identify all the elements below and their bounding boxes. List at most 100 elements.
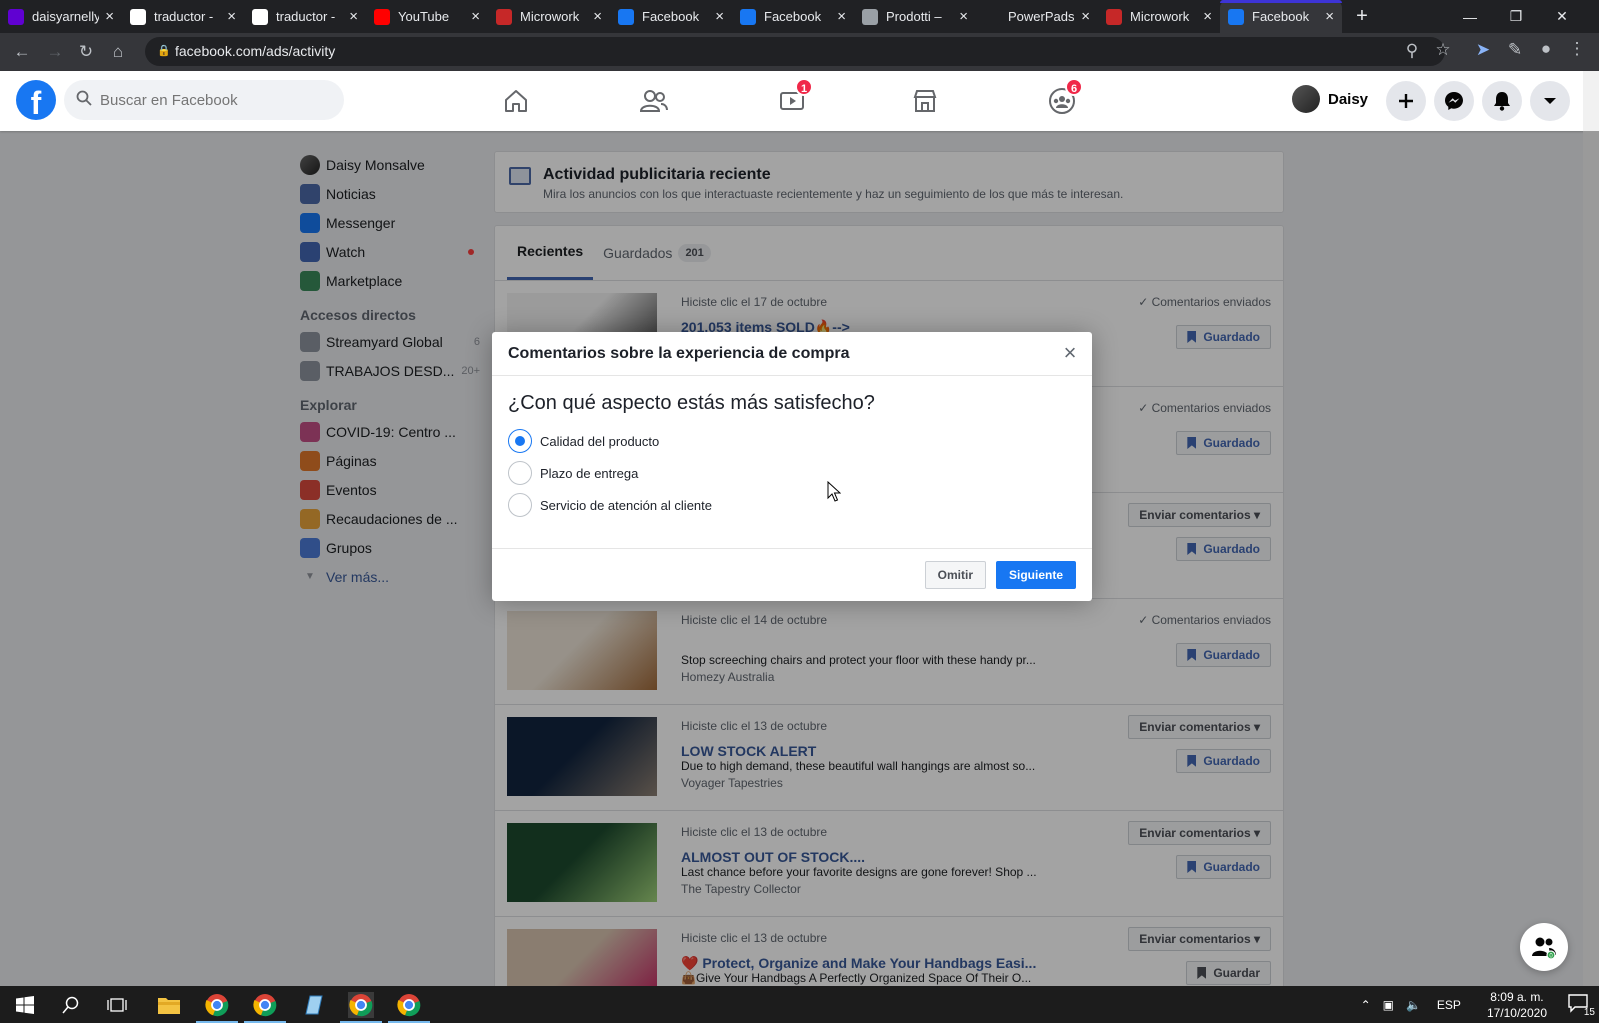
back-icon[interactable]: ←: [12, 42, 32, 62]
search-icon: [76, 90, 92, 106]
chrome-menu-icon[interactable]: ⋮: [1567, 39, 1587, 59]
search-icon[interactable]: [58, 992, 84, 1018]
facebook-icon: [740, 8, 756, 25]
mouse-cursor-icon: [827, 481, 841, 502]
notepad-icon[interactable]: [300, 992, 326, 1018]
next-button[interactable]: Siguiente: [995, 561, 1076, 589]
browser-tab[interactable]: traductor - ×: [244, 0, 366, 33]
minimize-window-button[interactable]: —: [1447, 0, 1493, 33]
network-icon[interactable]: ▣: [1383, 998, 1394, 1012]
create-button[interactable]: [1386, 81, 1426, 121]
dialog-title: Comentarios sobre la experiencia de comp…: [508, 345, 850, 362]
browser-tab-title: daisyarnelly: [32, 9, 100, 24]
nav-home-button[interactable]: [496, 83, 536, 119]
extensions-puzzle-icon[interactable]: ✎: [1505, 40, 1525, 60]
browser-tab-title: Microwork: [520, 9, 580, 24]
shopping-feedback-dialog: Comentarios sobre la experiencia de comp…: [492, 332, 1092, 601]
blank-icon: [984, 8, 1000, 25]
close-window-button[interactable]: ✕: [1539, 0, 1585, 33]
close-tab-icon[interactable]: ×: [715, 8, 724, 25]
google-icon: [252, 8, 268, 25]
zoom-icon[interactable]: ⚲: [1402, 41, 1422, 61]
close-tab-icon[interactable]: ×: [1203, 8, 1212, 25]
browser-tab[interactable]: PowerPads ×: [976, 0, 1098, 33]
chrome-second-icon[interactable]: [388, 992, 430, 1023]
clock-date: 17/10/2020: [1486, 1005, 1547, 1020]
messenger-button[interactable]: [1434, 81, 1474, 121]
microworkers-icon: [496, 8, 512, 25]
close-tab-icon[interactable]: ×: [227, 8, 236, 25]
groups-notification-badge: 6: [1065, 78, 1083, 96]
satisfaction-option[interactable]: Calidad del producto: [508, 429, 659, 453]
close-tab-icon[interactable]: ×: [959, 8, 968, 25]
facebook-icon: [618, 8, 634, 25]
file-explorer-icon[interactable]: [156, 992, 182, 1018]
notification-count: 15: [1583, 1007, 1595, 1018]
browser-tab[interactable]: Facebook ×: [732, 0, 854, 33]
satisfaction-option[interactable]: Servicio de atención al cliente: [508, 493, 712, 517]
browser-tab[interactable]: Facebook ×: [610, 0, 732, 33]
language-indicator[interactable]: ESP: [1437, 998, 1461, 1012]
clock[interactable]: 8:09 a. m. 17/10/2020: [1487, 989, 1547, 1021]
url-field[interactable]: 🔒 facebook.com/ads/activity: [145, 37, 1445, 66]
chrome-profile-icon[interactable]: [244, 992, 286, 1023]
nav-friends-button[interactable]: [634, 83, 674, 119]
close-tab-icon[interactable]: ×: [1081, 8, 1090, 25]
radio-button[interactable]: [508, 461, 532, 485]
lock-icon: 🔒: [157, 45, 171, 57]
watch-notification-badge: 1: [795, 78, 813, 96]
close-tab-icon[interactable]: ×: [105, 8, 114, 25]
browser-tab-title: Microwork: [1130, 9, 1190, 24]
windows-taskbar: ⌃ ▣ 🔈 ESP 8:09 a. m. 17/10/2020 15: [0, 986, 1599, 1023]
nav-groups-button[interactable]: 6: [1042, 78, 1083, 119]
browser-tab-title: traductor -: [154, 9, 214, 24]
chrome-active-icon[interactable]: [340, 992, 382, 1023]
browser-tab-title: Facebook: [764, 9, 822, 24]
browser-tab[interactable]: daisyarnelly ×: [0, 0, 122, 33]
chrome-icon[interactable]: [196, 992, 238, 1023]
browser-tab[interactable]: YouTube ×: [366, 0, 488, 33]
skip-button[interactable]: Omitir: [924, 561, 986, 589]
browser-tab[interactable]: Microwork ×: [488, 0, 610, 33]
close-icon[interactable]: ×: [1060, 342, 1080, 364]
nav-watch-button[interactable]: 1: [772, 78, 813, 119]
windows-start-icon[interactable]: [12, 992, 38, 1018]
facebook-logo[interactable]: f: [16, 80, 56, 121]
browser-tab[interactable]: Microwork ×: [1098, 0, 1220, 33]
account-menu-button[interactable]: [1530, 81, 1570, 121]
address-bar: ← → ↻ ⌂ 🔒 facebook.com/ads/activity ⚲ ☆ …: [0, 33, 1599, 71]
radio-button[interactable]: [508, 493, 532, 517]
browser-tab[interactable]: traductor - ×: [122, 0, 244, 33]
close-tab-icon[interactable]: ×: [349, 8, 358, 25]
close-tab-icon[interactable]: ×: [1325, 8, 1334, 25]
reload-icon[interactable]: ↻: [76, 42, 96, 62]
nav-marketplace-button[interactable]: [905, 83, 945, 119]
extension-arrow-icon[interactable]: ➤: [1473, 40, 1493, 60]
home-icon[interactable]: ⌂: [108, 42, 128, 62]
notifications-button[interactable]: [1482, 81, 1522, 121]
browser-tab[interactable]: Prodotti – ×: [854, 0, 976, 33]
clock-time: 8:09 a. m.: [1490, 989, 1544, 1004]
browser-tab-title: PowerPads: [1008, 9, 1075, 24]
contacts-chat-button[interactable]: 0: [1520, 923, 1568, 971]
close-tab-icon[interactable]: ×: [471, 8, 480, 25]
option-label: Calidad del producto: [540, 433, 660, 449]
forward-icon[interactable]: →: [45, 42, 65, 62]
new-tab-button[interactable]: +: [1342, 0, 1382, 33]
chevron-up-icon[interactable]: ⌃: [1361, 998, 1371, 1012]
google-icon: [130, 8, 146, 25]
option-label: Plazo de entrega: [540, 465, 639, 481]
restore-window-button[interactable]: ❐: [1493, 0, 1539, 33]
satisfaction-option[interactable]: Plazo de entrega: [508, 461, 638, 485]
profile-link[interactable]: Daisy: [1292, 85, 1368, 113]
profile-avatar-icon[interactable]: ●: [1536, 39, 1556, 59]
volume-icon[interactable]: 🔈: [1406, 998, 1421, 1012]
task-view-icon[interactable]: [104, 992, 130, 1018]
radio-button[interactable]: [508, 429, 532, 453]
close-tab-icon[interactable]: ×: [593, 8, 602, 25]
bookmark-star-icon[interactable]: ☆: [1433, 40, 1453, 60]
browser-tab[interactable]: Facebook ×: [1220, 0, 1342, 33]
close-tab-icon[interactable]: ×: [837, 8, 846, 25]
facebook-search-input[interactable]: [64, 80, 344, 120]
notification-center-icon[interactable]: 15: [1567, 993, 1595, 1018]
